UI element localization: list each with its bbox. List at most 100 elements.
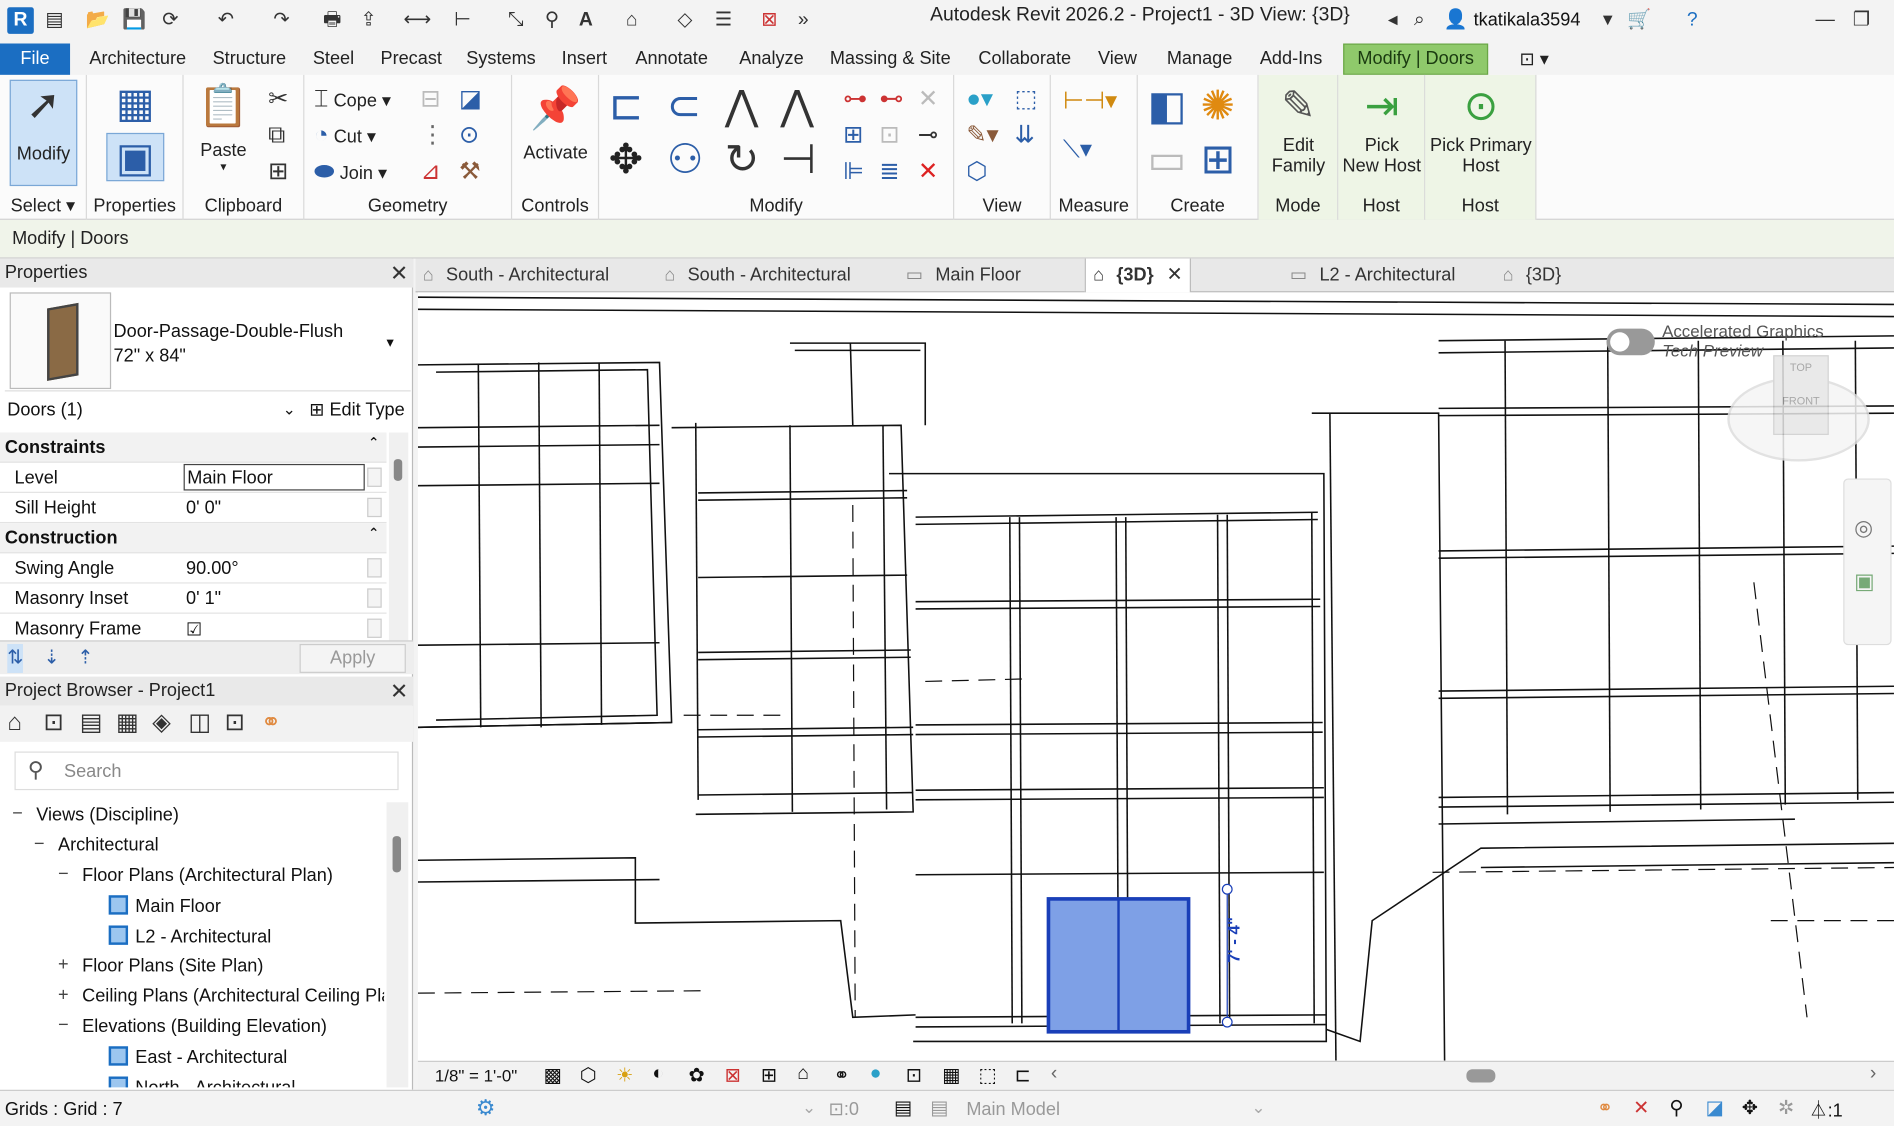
close-tab-icon[interactable]: ✕ xyxy=(1166,259,1182,293)
expand-icon[interactable]: + xyxy=(58,985,69,1006)
worksets-icon[interactable]: ⚙ xyxy=(476,1096,495,1121)
chevron-down-icon[interactable]: ⌄ xyxy=(802,1097,816,1118)
browser-tree-item[interactable]: East - Architectural xyxy=(108,1046,288,1068)
thin-lines-icon[interactable]: ☰ xyxy=(710,7,737,34)
paint-icon[interactable]: ◪ xyxy=(459,85,482,114)
hammer-icon[interactable]: ⚒ xyxy=(459,157,481,186)
property-button[interactable] xyxy=(367,467,382,487)
save-icon[interactable]: 💾 xyxy=(121,7,148,34)
shadows-icon[interactable]: ◐ xyxy=(652,1063,664,1085)
reveal-hidden-icon[interactable]: ● xyxy=(870,1063,882,1085)
trim-icon[interactable]: ⊣ xyxy=(780,135,816,183)
split-icon[interactable]: ⊶ xyxy=(843,85,867,114)
user-name[interactable]: tkatikala3594 xyxy=(1474,10,1581,31)
mirror-axis-icon[interactable]: ⋀ xyxy=(725,82,759,130)
aligned-dimension-icon[interactable]: ⟍▾ xyxy=(1063,135,1092,164)
trim-multiple-icon[interactable]: ⊫ xyxy=(843,157,864,186)
properties-toggle-button[interactable]: ▣ xyxy=(106,132,165,182)
steering-wheel-icon[interactable]: ◎ xyxy=(1854,516,1873,541)
zoom-region-icon[interactable]: ▣ xyxy=(1854,569,1875,594)
sort-icon[interactable]: ⇅ xyxy=(7,643,24,673)
create-similar-icon[interactable]: ✺ xyxy=(1201,82,1235,130)
constraints-icon[interactable]: ⊏ xyxy=(1015,1063,1031,1087)
home-icon[interactable]: ⌂ xyxy=(7,708,22,737)
tab-manage[interactable]: Manage xyxy=(1167,48,1232,69)
chevron-down-icon[interactable]: ▾ xyxy=(1594,7,1621,34)
revit-logo-icon[interactable]: R xyxy=(7,7,34,34)
property-section[interactable]: Constraints ⌃ xyxy=(0,432,387,463)
align-icon[interactable]: ⊏ xyxy=(609,82,643,130)
collapse-icon[interactable]: ⌃ xyxy=(368,435,379,450)
3d-view-icon[interactable]: ⌂ xyxy=(618,7,645,34)
collapse-icon[interactable]: − xyxy=(58,864,69,885)
collapse-icon[interactable]: − xyxy=(12,803,23,824)
tab-massing-site[interactable]: Massing & Site xyxy=(830,48,951,69)
offset-icon[interactable]: ⊂ xyxy=(667,82,701,130)
copy-icon[interactable]: ⧉ xyxy=(268,121,285,150)
visual-style-icon[interactable]: ⬡ xyxy=(580,1063,597,1087)
model-icon[interactable]: ▤ xyxy=(930,1096,948,1120)
create-group-icon[interactable]: ◧ xyxy=(1148,82,1187,130)
crop-icon[interactable]: ⊠ xyxy=(725,1063,741,1087)
view-tab[interactable]: ▭ L2 - Architectural xyxy=(1290,259,1455,293)
door-height-dimension[interactable]: 7' - 4" xyxy=(1224,917,1243,963)
chevron-down-icon[interactable]: ⌄ xyxy=(1251,1097,1265,1118)
create-assembly-icon[interactable]: ▭ xyxy=(1148,135,1187,183)
browser-tree-item[interactable]: − Views (Discipline) xyxy=(12,803,179,825)
close-hidden-icon[interactable]: ⊠ xyxy=(756,7,783,34)
demolish-icon[interactable]: ⊙ xyxy=(459,121,479,150)
views-icon[interactable]: ⊡ xyxy=(43,708,63,737)
pin-element-icon[interactable]: ⊸ xyxy=(918,121,938,150)
tab-systems[interactable]: Systems xyxy=(466,48,535,69)
chevron-down-icon[interactable]: ▾ xyxy=(387,333,394,350)
linework-icon[interactable]: ✎▾ xyxy=(966,121,998,150)
wall-joins-icon[interactable]: ⋮ xyxy=(420,121,444,150)
sun-path-icon[interactable]: ☀ xyxy=(616,1063,633,1087)
viewcube[interactable]: TOP FRONT xyxy=(1727,355,1870,462)
annotate-icon[interactable]: ⚲ xyxy=(539,7,566,34)
tab-insert[interactable]: Insert xyxy=(562,48,607,69)
properties-scrollbar[interactable] xyxy=(388,432,409,641)
chevron-left-icon[interactable]: ◂ xyxy=(1379,7,1406,34)
property-button[interactable] xyxy=(367,618,382,638)
match-type-icon[interactable]: ⊞ xyxy=(268,157,288,186)
sync-icon[interactable]: ⟳ xyxy=(157,7,184,34)
viewcube-front[interactable]: FRONT xyxy=(1774,395,1827,407)
tab-analyze[interactable]: Analyze xyxy=(739,48,803,69)
collapse-icon[interactable]: − xyxy=(34,834,45,855)
hide-icon[interactable]: ●▾ xyxy=(966,85,993,114)
pick-new-host-button[interactable]: ⇥ Pick New Host xyxy=(1338,82,1425,176)
browser-tree-item[interactable]: + Floor Plans (Site Plan) xyxy=(58,954,263,976)
analytical-model-icon[interactable]: ⬚ xyxy=(978,1063,996,1087)
close-icon[interactable]: ✕ xyxy=(390,677,408,706)
select-underlay-icon[interactable]: ✕ xyxy=(1633,1096,1649,1120)
browser-tree-item[interactable]: Main Floor xyxy=(108,895,221,917)
browser-tree-item[interactable]: North - Architectural xyxy=(108,1076,296,1088)
viewcube-top[interactable]: TOP xyxy=(1774,361,1827,373)
browser-search-input[interactable]: ⚲ Search xyxy=(14,751,399,791)
override-icon[interactable]: ⬚ xyxy=(1015,85,1038,114)
drag-elements-icon[interactable]: ✥ xyxy=(1742,1096,1758,1120)
tab-modify-doors[interactable]: Modify | Doors xyxy=(1343,43,1489,75)
split-gap-icon[interactable]: ⊷ xyxy=(879,85,903,114)
cut-geometry-button[interactable]: ◔ Cut ▾ xyxy=(314,121,376,150)
view-tab[interactable]: ⌂ South - Architectural xyxy=(423,259,609,293)
array-icon[interactable]: ⊞ xyxy=(843,121,863,150)
design-options-icon[interactable]: ▤ xyxy=(894,1096,912,1120)
join-button[interactable]: ⬬ Join ▾ xyxy=(314,157,387,186)
select-by-face-icon[interactable]: ◪ xyxy=(1706,1096,1724,1120)
filter-view-icon[interactable]: ⇊ xyxy=(1015,121,1035,150)
open-icon[interactable]: 📂 xyxy=(85,7,112,34)
links-icon[interactable]: ⚭ xyxy=(261,708,281,737)
instance-filter[interactable]: Doors (1) xyxy=(7,400,83,421)
filter-status[interactable]: ⏃:1 xyxy=(1809,1097,1842,1122)
restore-icon[interactable]: ❐ xyxy=(1848,7,1875,34)
crop-region-icon[interactable]: ⊞ xyxy=(761,1063,777,1087)
scale-icon[interactable]: ⊡ xyxy=(879,121,899,150)
select-pinned-icon[interactable]: ⚲ xyxy=(1669,1096,1683,1120)
families-icon[interactable]: ◫ xyxy=(188,708,211,737)
selection-box-icon[interactable]: ⬡ xyxy=(966,157,987,186)
property-row[interactable]: Sill Height 0' 0" xyxy=(0,493,387,524)
groups-icon[interactable]: ⊡ xyxy=(225,708,245,737)
cut-icon[interactable]: ✂ xyxy=(268,85,288,114)
